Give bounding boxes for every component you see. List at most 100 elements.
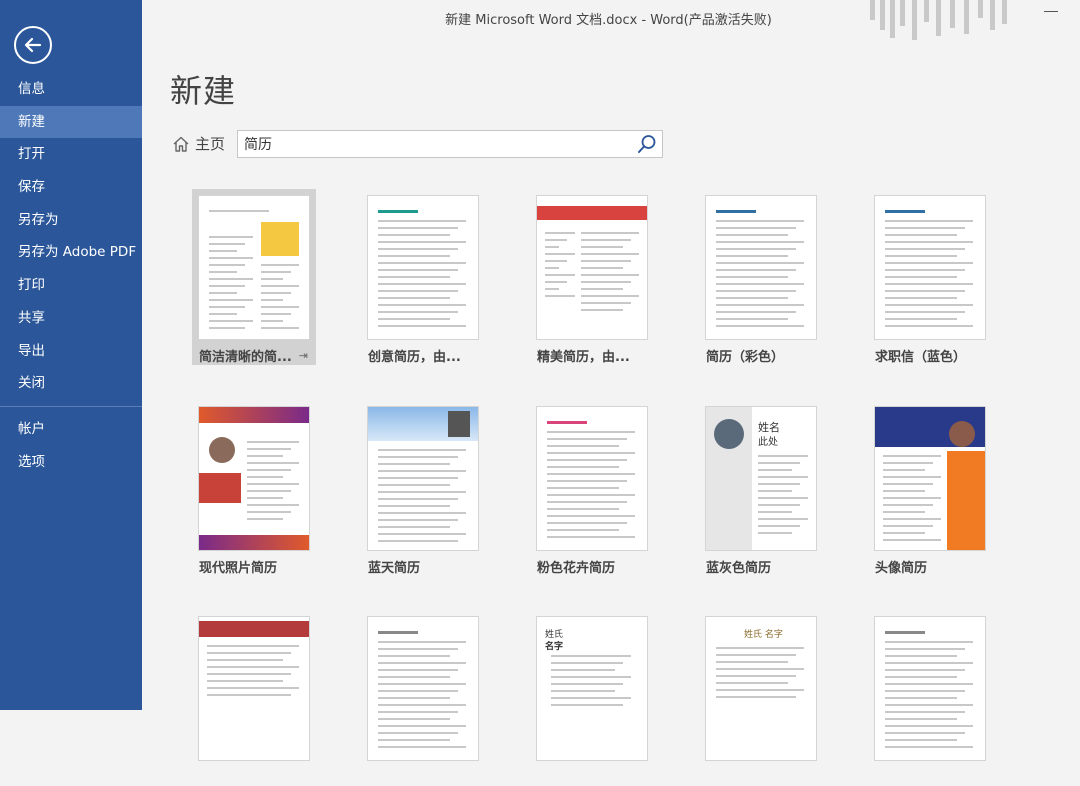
text-line	[247, 441, 299, 443]
text-line	[581, 246, 623, 248]
text-line	[758, 476, 808, 478]
template-thumbnail	[537, 196, 647, 339]
nav-info[interactable]: 信息	[0, 73, 142, 106]
nav-open[interactable]: 打开	[0, 138, 142, 171]
template-thumbnail	[875, 407, 985, 550]
text-line	[545, 239, 567, 241]
template-card[interactable]: 创意简历，由...	[361, 189, 485, 365]
template-thumbnail	[875, 617, 985, 760]
template-card[interactable]: 蓝天简历	[361, 400, 485, 576]
template-card[interactable]: 头像简历	[868, 400, 992, 576]
minimize-button[interactable]	[1042, 2, 1060, 20]
text-line	[716, 297, 788, 299]
text-line	[209, 257, 253, 259]
template-card[interactable]: 简历（彩色）	[699, 189, 823, 365]
text-line	[551, 662, 623, 664]
text-line	[885, 697, 957, 699]
nav-account[interactable]: 帐户	[0, 413, 142, 446]
template-card[interactable]	[192, 610, 316, 786]
nav-save-as[interactable]: 另存为	[0, 204, 142, 237]
text-line	[547, 536, 635, 538]
template-card[interactable]: 姓名 此处 蓝灰色简历	[699, 400, 823, 576]
text-line	[545, 288, 559, 290]
template-card[interactable]: 精美简历，由...	[530, 189, 654, 365]
nav-options[interactable]: 选项	[0, 446, 142, 479]
text-line	[716, 311, 796, 313]
nav-save[interactable]: 保存	[0, 171, 142, 204]
text-line	[209, 278, 253, 280]
thumb-name: 姓氏 名字	[744, 630, 783, 640]
text-line	[581, 260, 631, 262]
text-line	[581, 288, 623, 290]
text-line	[758, 511, 792, 513]
nav-print[interactable]: 打印	[0, 269, 142, 302]
template-card[interactable]: 姓氏 名字	[530, 610, 654, 786]
text-line	[378, 704, 466, 706]
text-line	[378, 648, 458, 650]
text-line	[378, 283, 466, 285]
text-line	[716, 304, 804, 306]
text-line	[716, 668, 804, 670]
side-bars	[199, 473, 241, 503]
text-line	[885, 234, 957, 236]
text-line	[547, 480, 627, 482]
text-line	[551, 655, 631, 657]
nav-share[interactable]: 共享	[0, 302, 142, 335]
text-line	[378, 269, 458, 271]
text-line	[207, 673, 291, 675]
text-line	[247, 483, 299, 485]
pin-icon[interactable]: ⇥	[299, 349, 308, 362]
text-line	[883, 455, 941, 457]
text-line	[716, 689, 804, 691]
text-line	[883, 525, 933, 527]
text-line	[758, 497, 808, 499]
template-card[interactable]: 粉色花卉简历	[530, 400, 654, 576]
text-line	[545, 295, 575, 297]
template-thumbnail	[875, 196, 985, 339]
text-line	[885, 746, 973, 748]
home-link[interactable]: 主页	[172, 133, 225, 154]
text-line	[378, 669, 458, 671]
backstage-sidebar: 信息 新建 打开 保存 另存为 另存为 Adobe PDF 打印 共享 导出 关…	[0, 0, 142, 710]
search-button[interactable]	[637, 134, 657, 154]
text-line	[378, 641, 466, 643]
text-line	[883, 476, 941, 478]
text-line	[378, 690, 458, 692]
text-line	[885, 669, 965, 671]
text-line	[209, 264, 245, 266]
template-card[interactable]: 姓氏 名字	[699, 610, 823, 786]
nav-new[interactable]: 新建	[0, 105, 142, 139]
text-line	[247, 511, 291, 513]
text-line	[378, 711, 458, 713]
template-card[interactable]: 现代照片简历	[192, 400, 316, 576]
text-line	[883, 490, 925, 492]
photo	[448, 411, 470, 437]
template-card[interactable]	[868, 610, 992, 786]
text-line	[378, 318, 450, 320]
nav-close[interactable]: 关闭	[0, 367, 142, 400]
template-thumbnail: 姓氏 名字	[706, 617, 816, 760]
nav-export[interactable]: 导出	[0, 335, 142, 368]
text-line	[209, 250, 237, 252]
text-line	[885, 683, 973, 685]
text-line	[885, 704, 973, 706]
back-arrow-icon	[24, 37, 42, 53]
text-line	[209, 327, 245, 329]
back-button[interactable]	[14, 26, 52, 64]
template-card[interactable]: 求职信（蓝色）	[868, 189, 992, 365]
header-band	[199, 407, 309, 423]
text-line	[378, 325, 466, 327]
text-line	[378, 505, 450, 507]
text-line	[758, 518, 808, 520]
search-input[interactable]	[244, 134, 624, 154]
template-title: 粉色花卉简历	[537, 561, 616, 576]
text-line	[209, 299, 253, 301]
text-line	[758, 483, 800, 485]
nav-save-as-pdf[interactable]: 另存为 Adobe PDF	[0, 236, 142, 269]
text-line	[883, 483, 933, 485]
text-line	[551, 704, 623, 706]
text-line	[716, 290, 796, 292]
template-card[interactable]: 简洁清晰的简... ⇥	[192, 189, 316, 365]
template-card[interactable]	[361, 610, 485, 786]
header-band	[199, 621, 309, 637]
